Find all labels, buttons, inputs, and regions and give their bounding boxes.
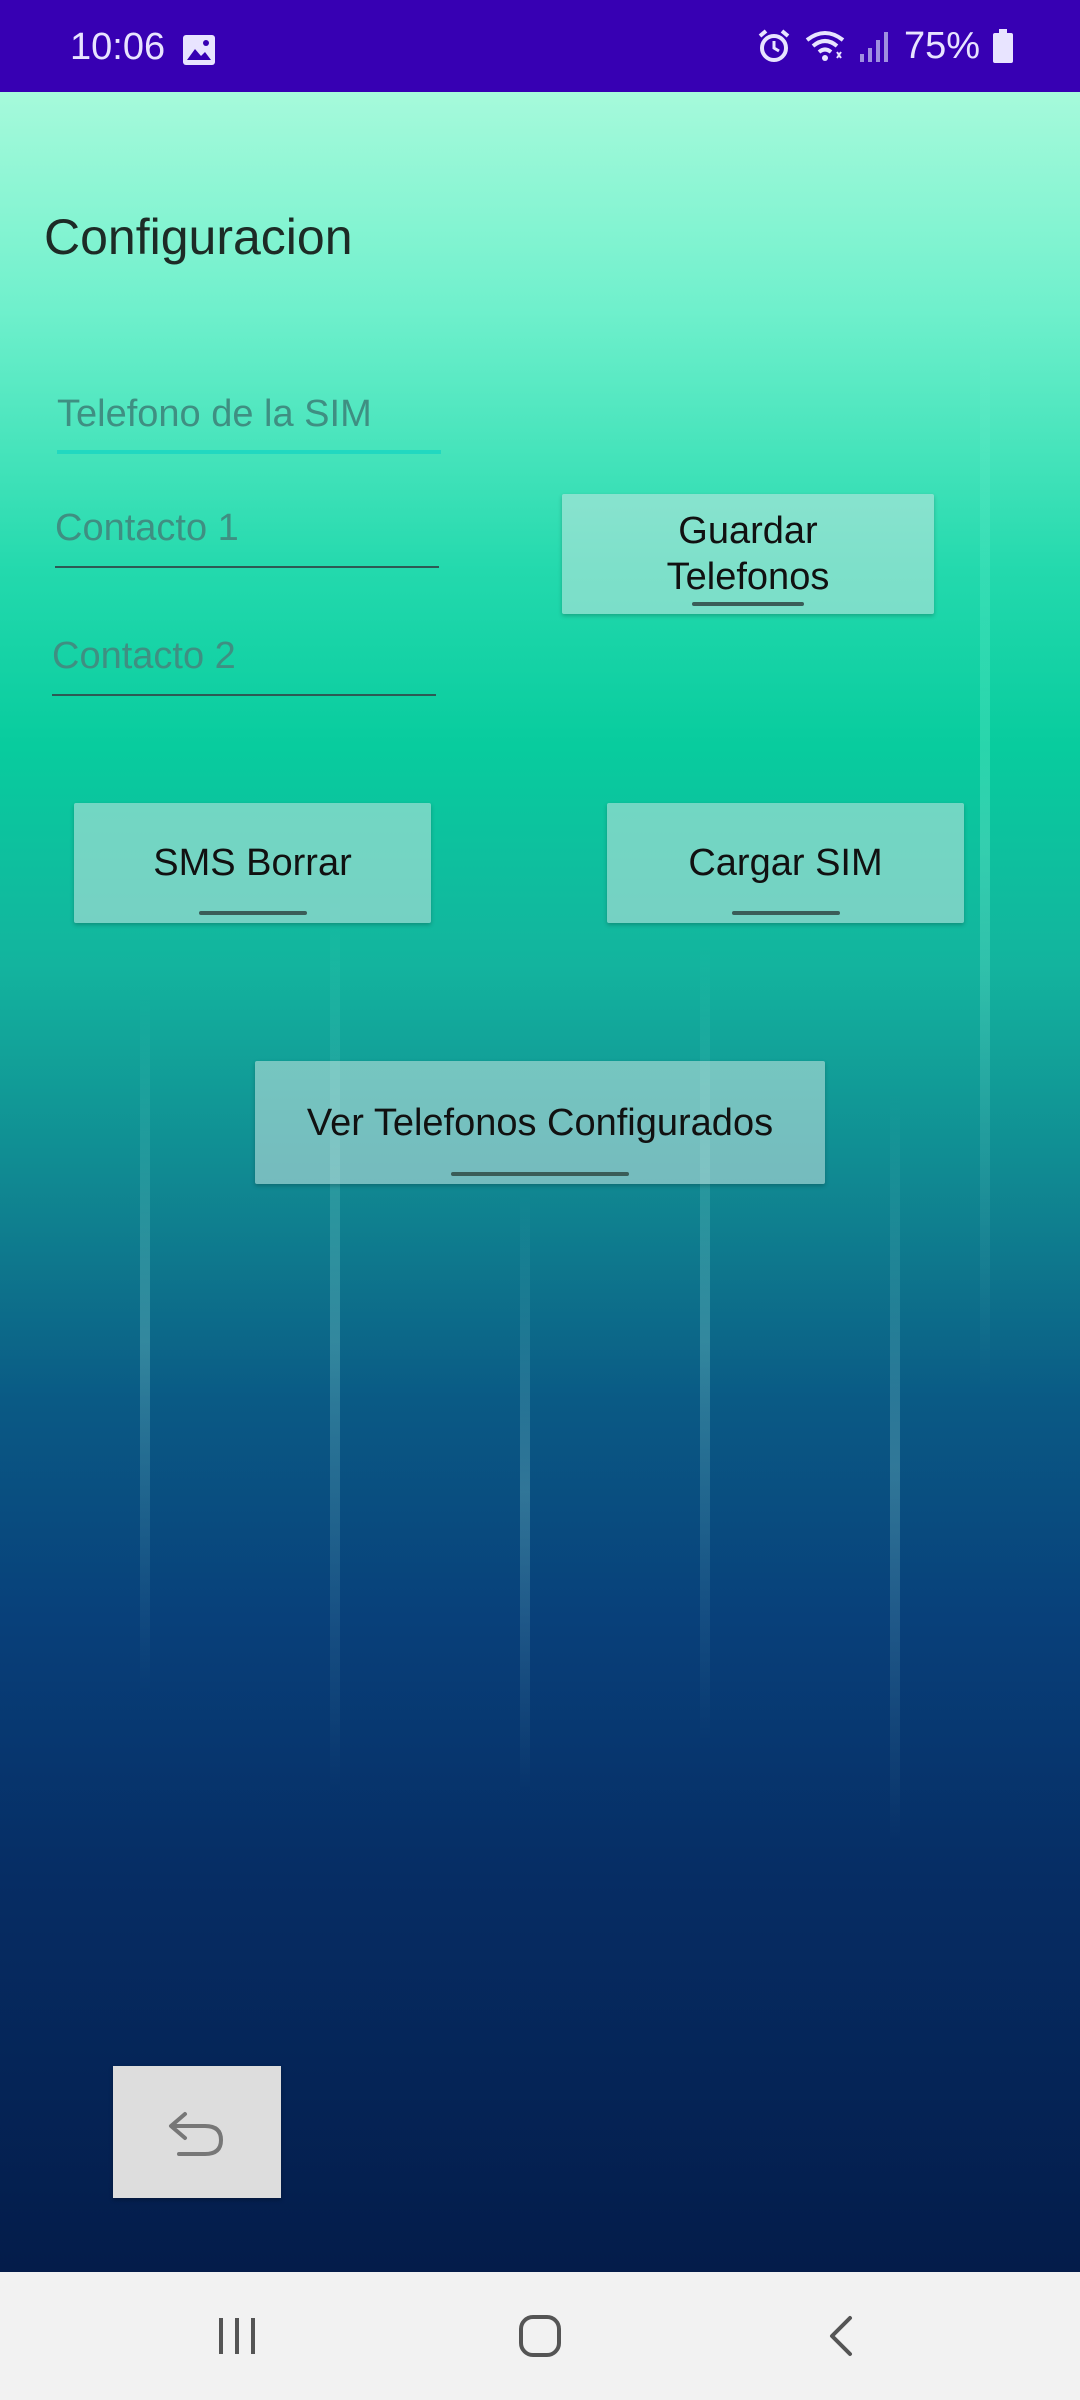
background-streak [330, 892, 340, 1792]
image-icon [183, 35, 215, 65]
back-nav-icon [830, 2316, 852, 2356]
sms-delete-button[interactable]: SMS Borrar [74, 803, 431, 923]
view-configured-label: Ver Telefonos Configurados [306, 1101, 774, 1144]
background-streak [890, 1092, 900, 1842]
save-phones-label-line2: Telefonos [666, 556, 830, 598]
battery-icon [993, 29, 1013, 63]
signal-icon [859, 32, 888, 62]
back-nav-button[interactable] [796, 2300, 886, 2372]
status-bar: 10:06 75% [0, 0, 1080, 92]
screen: 10:06 75% Configuracion Telefono de la S… [0, 0, 1080, 2400]
recent-apps-icon [219, 2318, 255, 2354]
background-streak [140, 992, 150, 1692]
background-streak [980, 292, 990, 1392]
return-button[interactable] [113, 2066, 281, 2198]
contact2-field [52, 626, 436, 696]
background-streak [520, 1192, 530, 1792]
view-configured-phones-button[interactable]: Ver Telefonos Configurados [255, 1061, 825, 1184]
status-time: 10:06 [70, 26, 166, 68]
contact2-underline [52, 694, 436, 696]
sms-delete-label: SMS Borrar [153, 842, 352, 884]
button-indicator [692, 602, 804, 606]
page-title: Configuracion [44, 209, 353, 265]
load-sim-button[interactable]: Cargar SIM [607, 803, 964, 923]
home-icon [519, 2315, 561, 2357]
status-icons: 75% [756, 24, 1014, 68]
button-indicator [451, 1172, 629, 1176]
contact1-field [55, 498, 439, 568]
sim-phone-input[interactable] [57, 384, 441, 444]
recent-apps-button[interactable] [192, 2300, 282, 2372]
contact1-input[interactable] [55, 498, 439, 558]
button-indicator [198, 911, 307, 915]
contact1-underline [55, 566, 439, 568]
home-button[interactable] [495, 2300, 585, 2372]
save-phones-button[interactable]: Guardar Telefonos [562, 494, 934, 614]
load-sim-label: Cargar SIM [688, 842, 883, 884]
alarm-icon [758, 29, 790, 62]
wifi-icon [805, 31, 845, 61]
sim-phone-field [57, 384, 441, 454]
undo-icon [169, 2112, 224, 2156]
save-phones-label-line1: Guardar [678, 510, 818, 552]
contact2-input[interactable] [52, 626, 436, 686]
sim-phone-underline [57, 450, 441, 454]
button-indicator [731, 911, 840, 915]
navigation-bar [0, 2272, 1080, 2400]
battery-percent: 75% [903, 24, 980, 67]
